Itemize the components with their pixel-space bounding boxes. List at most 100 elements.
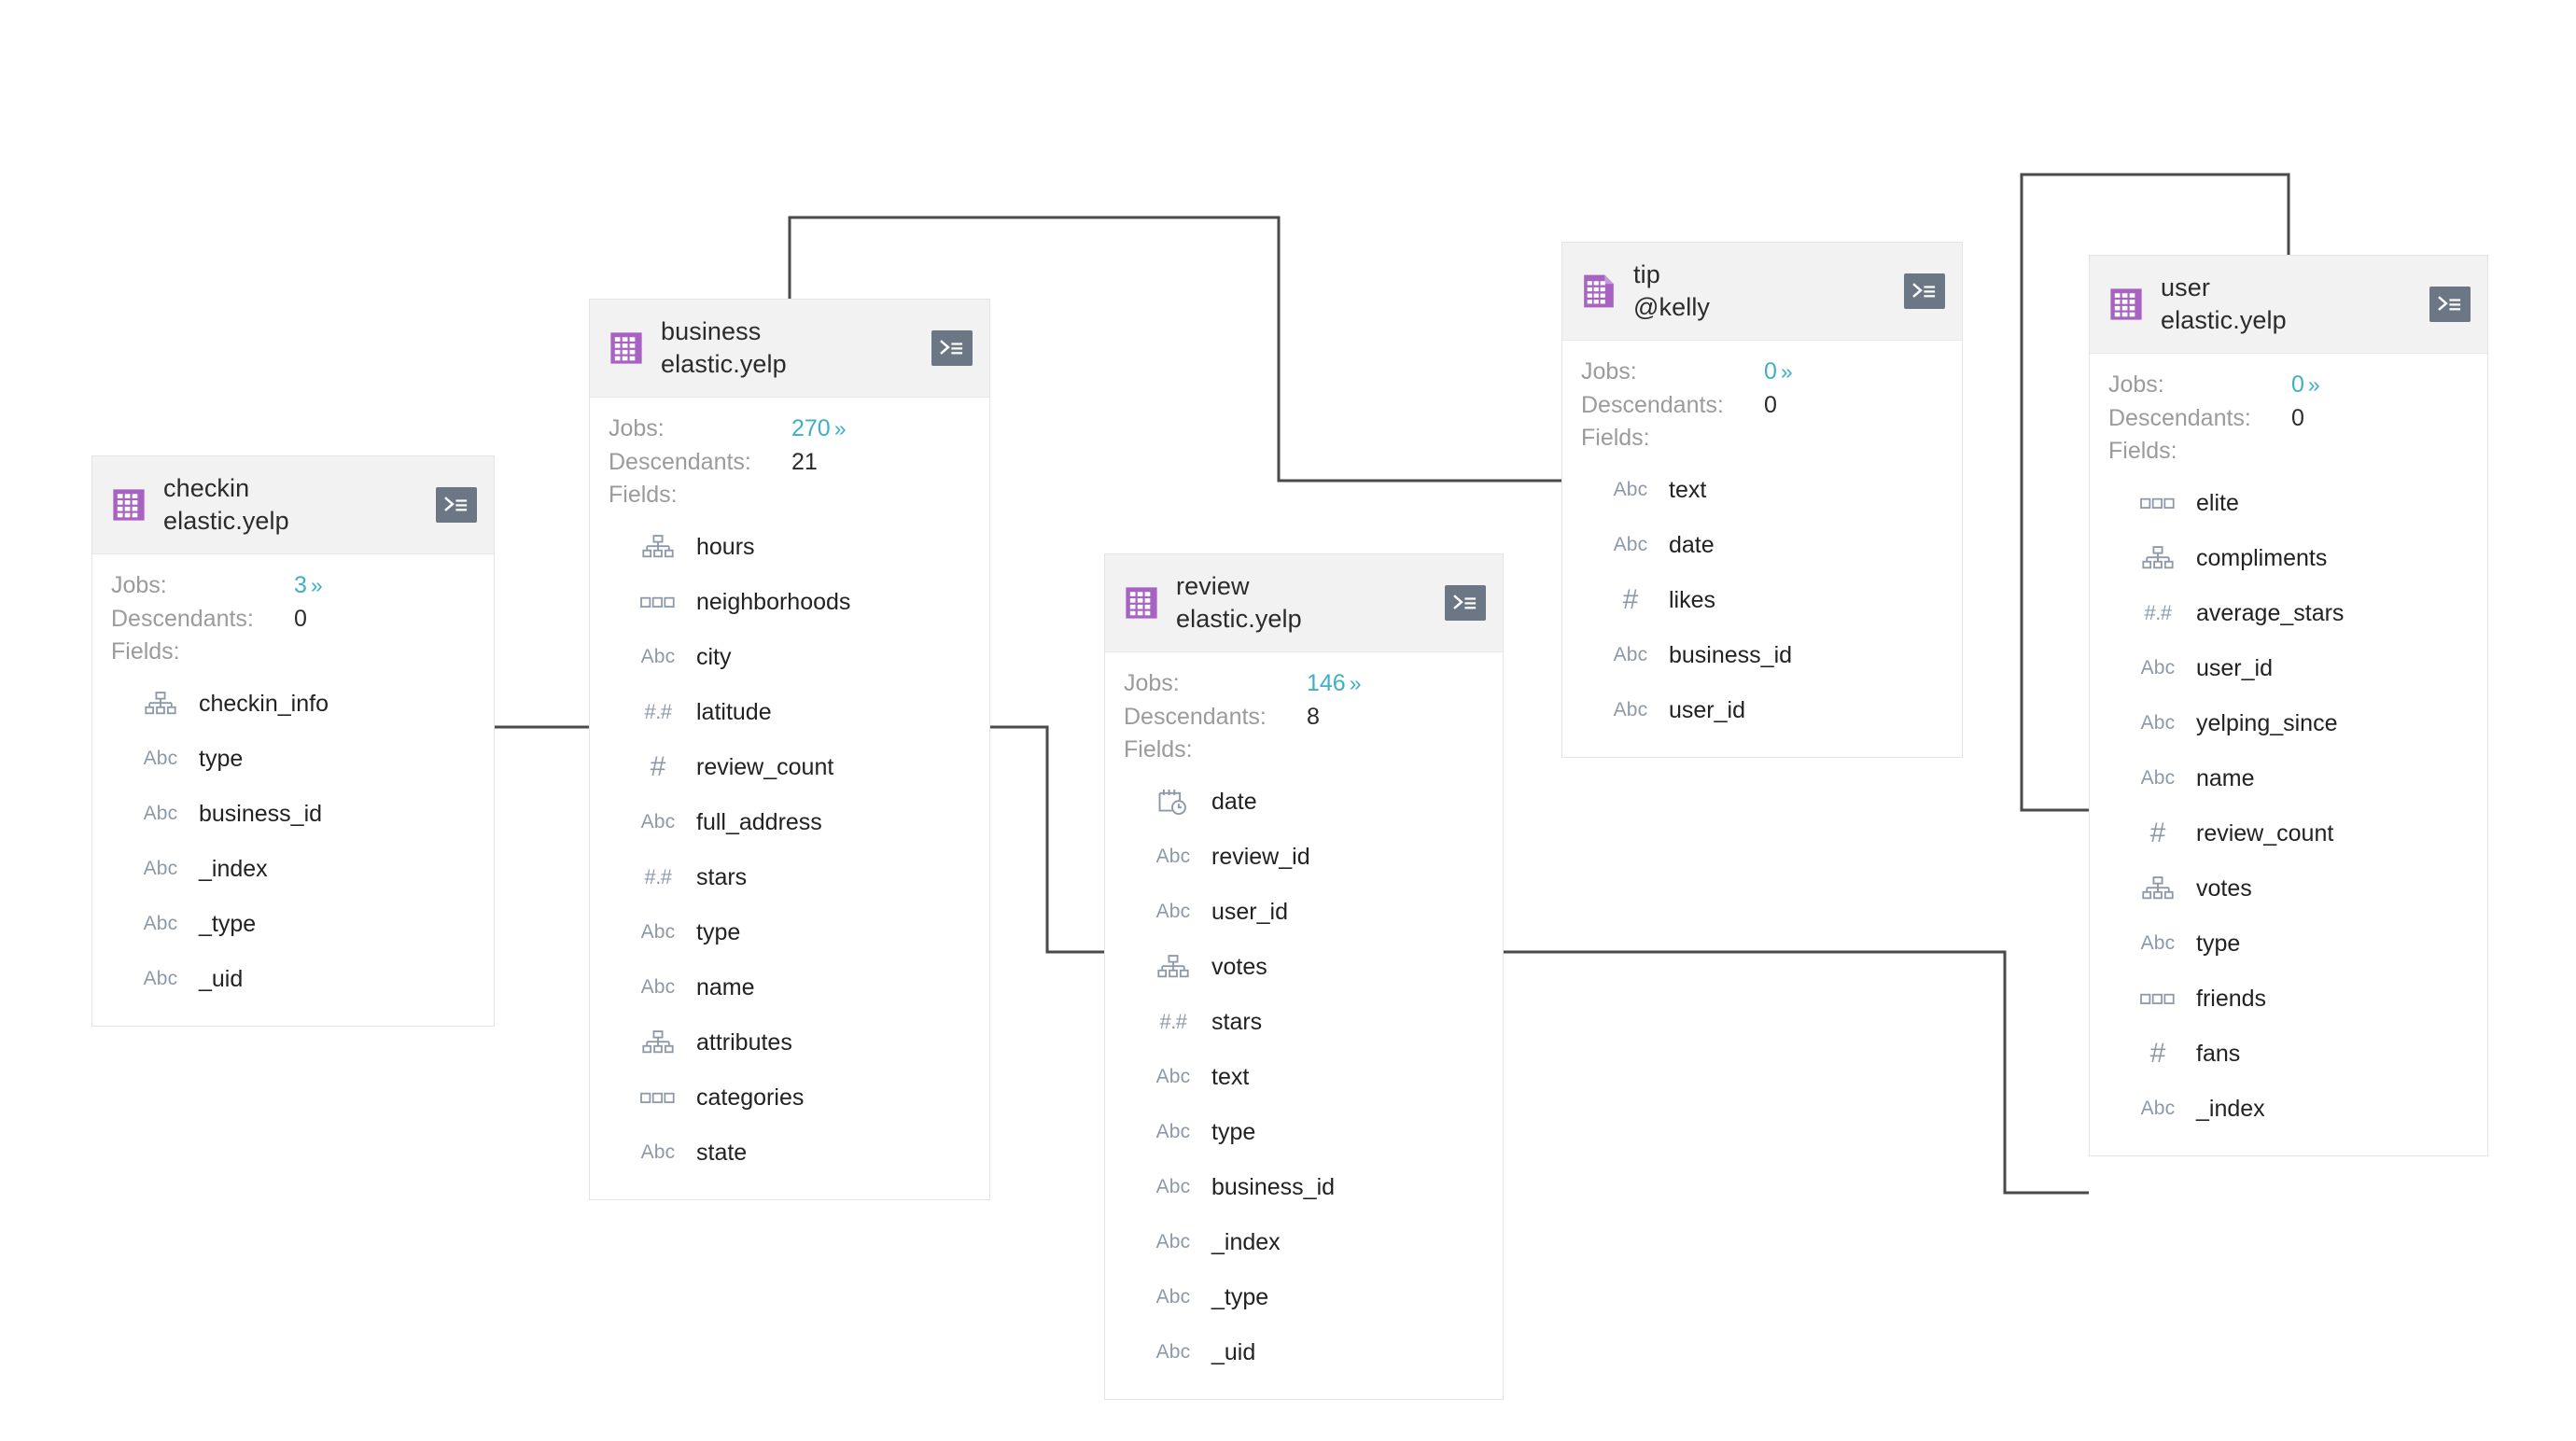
field-type-object-icon [132, 691, 189, 718]
field-list: checkin_info Abc type Abc business_id Abc _ind… [111, 677, 477, 1007]
jobs-count: 0 [2291, 371, 2304, 399]
field-row[interactable]: Abc name [2108, 751, 2471, 806]
field-row[interactable]: Abc type [111, 732, 477, 787]
fields-label: Fields: [1581, 425, 1650, 452]
lineage-canvas: checkin elastic.yelp Jobs: 3» Descendants: 0 F… [0, 0, 2576, 1441]
field-row[interactable]: Abc user_id [1124, 885, 1486, 940]
field-row[interactable]: checkin_info [111, 677, 477, 732]
field-row[interactable]: neighborhoods [609, 575, 973, 630]
field-row[interactable]: compliments [2108, 531, 2471, 586]
card-titles: tip @kelly [1633, 259, 1891, 324]
field-row[interactable]: # fans [2108, 1027, 2471, 1082]
field-row[interactable]: # likes [1581, 573, 1945, 628]
field-name: type [696, 918, 741, 945]
field-row[interactable]: Abc text [1124, 1050, 1486, 1105]
field-row[interactable]: # review_count [2108, 806, 2471, 861]
field-type-string-icon: Abc [640, 976, 676, 999]
field-row[interactable]: #.# stars [609, 850, 973, 905]
field-row[interactable]: Abc yelping_since [2108, 696, 2471, 751]
field-row[interactable]: Abc name [609, 960, 973, 1015]
field-row[interactable]: Abc _uid [111, 952, 477, 1007]
jobs-label: Jobs: [1581, 358, 1637, 385]
descendants-row: Descendants: 0 [1581, 389, 1945, 423]
field-name: text [1669, 476, 1707, 503]
descendants-count: 0 [2291, 404, 2304, 431]
field-name: user_id [1211, 898, 1288, 925]
card-titles: user elastic.yelp [2161, 272, 2416, 337]
field-row[interactable]: #.# latitude [609, 685, 973, 740]
jobs-link[interactable]: 270» [791, 413, 847, 446]
table-card-review[interactable]: review elastic.yelp Jobs: 146» Descendants: 8… [1104, 553, 1504, 1400]
field-row[interactable]: Abc user_id [2108, 641, 2471, 696]
field-row[interactable]: Abc business_id [1581, 628, 1945, 683]
field-name: fans [2196, 1040, 2241, 1067]
field-row[interactable]: Abc user_id [1581, 683, 1945, 738]
table-card-tip[interactable]: tip @kelly Jobs: 0» Descendants: 0 Fields: Abc t… [1561, 242, 1963, 758]
jobs-link[interactable]: 3» [294, 569, 323, 603]
field-row[interactable]: Abc type [1124, 1105, 1486, 1160]
field-name: attributes [696, 1028, 792, 1056]
field-row[interactable]: Abc city [609, 630, 973, 685]
field-row[interactable]: categories [609, 1070, 973, 1126]
field-row[interactable]: Abc _type [1124, 1270, 1486, 1325]
card-titles: business elastic.yelp [661, 315, 918, 381]
field-row[interactable]: Abc state [609, 1126, 973, 1181]
field-type-string-icon: Abc [1613, 479, 1648, 501]
field-row[interactable]: attributes [609, 1015, 973, 1070]
field-row[interactable]: Abc type [2108, 916, 2471, 972]
field-row[interactable]: date [1124, 775, 1486, 830]
descendants-label: Descendants: [1581, 391, 1724, 418]
field-row[interactable]: Abc business_id [111, 787, 477, 842]
field-row[interactable]: Abc _index [1124, 1215, 1486, 1270]
field-row[interactable]: Abc _index [111, 842, 477, 897]
field-row[interactable]: elite [2108, 476, 2471, 531]
jobs-row: Jobs: 270» [609, 413, 973, 446]
field-name: average_stars [2196, 599, 2345, 626]
table-card-checkin[interactable]: checkin elastic.yelp Jobs: 3» Descendants: 0 F… [91, 455, 495, 1027]
console-icon[interactable] [931, 330, 973, 367]
chevron-right-icon: » [2307, 372, 2320, 398]
card-title: review [1176, 572, 1250, 600]
field-row[interactable]: Abc business_id [1124, 1160, 1486, 1215]
field-row[interactable]: Abc full_address [609, 795, 973, 850]
field-name: text [1211, 1063, 1250, 1090]
descendants-row: Descendants: 8 [1124, 701, 1486, 734]
field-name: latitude [696, 698, 772, 725]
table-card-business[interactable]: business elastic.yelp Jobs: 270» Descendants… [589, 299, 990, 1200]
console-icon[interactable] [1445, 585, 1486, 622]
console-icon[interactable] [1904, 273, 1945, 310]
jobs-count: 270 [791, 415, 831, 442]
field-row[interactable]: Abc _type [111, 897, 477, 952]
field-row[interactable]: Abc _index [2108, 1082, 2471, 1137]
jobs-link[interactable]: 0» [1764, 356, 1793, 389]
card-body: Jobs: 270» Descendants: 21 Fields: hours neigh… [590, 398, 989, 1199]
field-row[interactable]: Abc review_id [1124, 830, 1486, 885]
field-row[interactable]: #.# stars [1124, 995, 1486, 1050]
card-header: user elastic.yelp [2090, 256, 2487, 355]
field-row[interactable]: Abc _uid [1124, 1325, 1486, 1380]
descendants-label: Descendants: [1124, 703, 1267, 730]
field-row[interactable]: Abc text [1581, 463, 1945, 518]
card-title: tip [1633, 260, 1660, 288]
field-row[interactable]: Abc date [1581, 518, 1945, 573]
field-row[interactable]: #.# average_stars [2108, 586, 2471, 641]
field-type-string-icon: Abc [143, 968, 178, 990]
jobs-row: Jobs: 3» [111, 569, 477, 603]
field-name: _type [1211, 1283, 1269, 1310]
field-row[interactable]: votes [2108, 861, 2471, 916]
field-list: date Abc review_id Abc user_id votes #.# stars A… [1124, 775, 1486, 1380]
field-row[interactable]: votes [1124, 940, 1486, 995]
field-name: _index [199, 855, 268, 882]
console-icon[interactable] [436, 487, 477, 524]
field-type-string-icon: Abc [1613, 534, 1648, 556]
field-row[interactable]: hours [609, 520, 973, 575]
field-row[interactable]: Abc type [609, 905, 973, 960]
field-row[interactable]: friends [2108, 972, 2471, 1027]
console-icon[interactable] [2429, 287, 2471, 323]
descendants-row: Descendants: 0 [111, 603, 477, 637]
field-type-integer-icon: # [2149, 818, 2166, 849]
field-row[interactable]: # review_count [609, 740, 973, 795]
table-card-user[interactable]: user elastic.yelp Jobs: 0» Descendants: 0 Fiel… [2089, 255, 2488, 1156]
jobs-link[interactable]: 0» [2291, 369, 2320, 402]
jobs-link[interactable]: 146» [1307, 667, 1362, 701]
